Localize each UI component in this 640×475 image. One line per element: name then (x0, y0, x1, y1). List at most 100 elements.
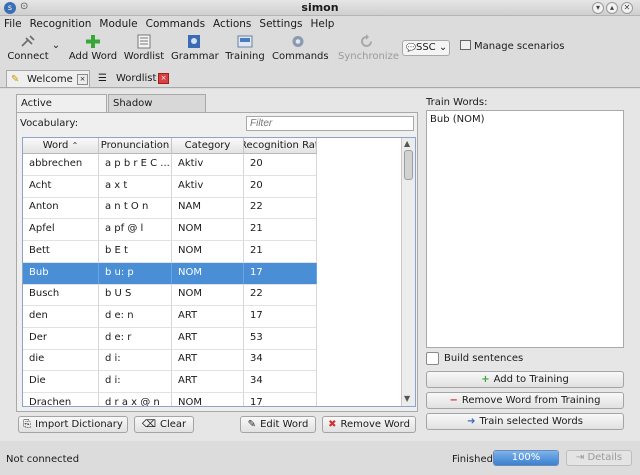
details-button[interactable]: ⇥ Details (566, 450, 632, 466)
table-row[interactable]: Der d e: r ART 53 (23, 327, 317, 350)
table-cell: 17 (244, 262, 317, 285)
welcome-icon: ✎ (11, 74, 20, 85)
table-row[interactable]: Die d i: ART 34 (23, 371, 317, 393)
table-cell: Apfel (23, 219, 99, 242)
sync-icon (361, 34, 372, 47)
table-cell: ART (172, 371, 244, 393)
table-row[interactable]: Busch b U S NOM 22 (23, 284, 317, 307)
training-icon (237, 35, 253, 48)
menu-recognition[interactable]: Recognition (26, 16, 96, 30)
table-row[interactable]: abbrechen a p b r E C ... Aktiv 20 (23, 154, 317, 176)
import-dictionary-button[interactable]: ⎘ Import Dictionary (18, 416, 128, 433)
column-category[interactable]: Category (172, 138, 244, 154)
vocabulary-label: Vocabulary: (20, 118, 79, 129)
scroll-up-icon[interactable]: ▲ (404, 139, 410, 148)
table-cell: die (23, 349, 99, 372)
column-pronunciation[interactable]: Pronunciation (99, 138, 172, 154)
vertical-scrollbar[interactable]: ▲ ▼ (401, 138, 415, 406)
add-to-training-button[interactable]: + Add to Training (426, 371, 624, 388)
build-sentences-label[interactable]: Build sentences (444, 353, 523, 364)
menu-module[interactable]: Module (95, 16, 141, 30)
column-word[interactable]: Word ⌃ (23, 138, 99, 154)
window-title: simon (301, 1, 339, 14)
clear-button[interactable]: ⌫ Clear (134, 416, 194, 433)
table-cell: Aktiv (172, 154, 244, 176)
train-words-label: Train Words: (426, 97, 488, 108)
table-cell: a pf @ l (99, 219, 172, 242)
table-cell: 20 (244, 175, 317, 198)
table-row[interactable]: den d e: n ART 17 (23, 305, 317, 328)
table-cell: a n t O n (99, 197, 172, 220)
close-tab-welcome-icon[interactable]: × (77, 74, 88, 85)
table-cell: abbrechen (23, 154, 99, 176)
scroll-down-icon[interactable]: ▼ (404, 394, 410, 403)
menu-file[interactable]: File (0, 16, 26, 30)
table-cell: Busch (23, 284, 99, 307)
plus-icon: + (481, 374, 490, 385)
table-cell: NOM (172, 219, 244, 242)
manage-scenarios-button[interactable]: Manage scenarios (460, 40, 564, 54)
tab-wordlist[interactable]: ☰ Wordlist × (96, 70, 172, 87)
import-icon: ⎘ (23, 419, 32, 430)
tab-shadow-vocabulary[interactable]: Shadow Vocabulary (108, 94, 206, 126)
menu-actions[interactable]: Actions (209, 16, 255, 30)
progress-bar: 100% (493, 450, 559, 466)
tab-welcome[interactable]: ✎ Welcome × (6, 70, 90, 87)
build-sentences-checkbox[interactable] (426, 352, 439, 365)
vocabulary-table[interactable]: Word ⌃ Pronunciation Category Recognitio… (22, 137, 416, 407)
table-row[interactable]: Apfel a pf @ l NOM 21 (23, 219, 317, 242)
synchronize-button[interactable]: Synchronize (338, 34, 399, 62)
table-row[interactable]: Anton a n t O n NAM 22 (23, 197, 317, 220)
filter-input[interactable] (246, 116, 414, 131)
scenario-select[interactable]: 💬SSC ⌄ (402, 40, 450, 56)
minimize-icon[interactable]: ▾ (592, 2, 604, 14)
table-cell: ART (172, 349, 244, 372)
column-recognition-rate[interactable]: Recognition Rate (244, 138, 317, 154)
training-button[interactable]: Training (224, 34, 266, 62)
commands-button[interactable]: Commands (272, 34, 329, 62)
menu-settings[interactable]: Settings (255, 16, 306, 30)
pencil-icon: ✎ (247, 419, 257, 430)
close-icon[interactable]: ✕ (621, 2, 633, 14)
table-row[interactable]: Drachen d r a x @ n NOM 17 (23, 392, 317, 406)
table-row[interactable]: Bett b E t NOM 21 (23, 240, 317, 263)
table-cell: Drachen (23, 392, 99, 406)
minus-icon: − (449, 395, 458, 406)
connect-dropdown-icon[interactable]: ⌄ (51, 40, 61, 51)
menu-commands[interactable]: Commands (142, 16, 209, 30)
table-cell: d i: (99, 371, 172, 393)
table-row[interactable]: Acht a x t Aktiv 20 (23, 175, 317, 198)
grammar-icon (188, 35, 200, 48)
menu-help[interactable]: Help (306, 16, 338, 30)
table-cell: NOM (172, 284, 244, 307)
table-cell: a p b r E C ... (99, 154, 172, 176)
table-cell: 17 (244, 305, 317, 328)
table-row[interactable]: Bub b u: p NOM 17 (23, 262, 317, 285)
remove-from-training-button[interactable]: − Remove Word from Training (426, 392, 624, 409)
table-cell: NAM (172, 197, 244, 220)
grammar-button[interactable]: Grammar (171, 34, 219, 62)
train-words-list[interactable]: Bub (NOM) (426, 110, 624, 348)
table-row[interactable]: die d i: ART 34 (23, 349, 317, 372)
table-cell: Die (23, 371, 99, 393)
table-cell: a x t (99, 175, 172, 198)
remove-word-button[interactable]: ✖ Remove Word (322, 416, 416, 433)
document-tab-bar: ✎ Welcome × ☰ Wordlist × (0, 68, 640, 88)
train-list-item[interactable]: Bub (NOM) (430, 114, 620, 125)
table-cell: 34 (244, 371, 317, 393)
table-cell: 17 (244, 392, 317, 406)
close-tab-wordlist-icon[interactable]: × (158, 73, 169, 84)
train-selected-words-button[interactable]: ➜ Train selected Words (426, 413, 624, 430)
connect-icon (21, 35, 35, 47)
wordlist-button[interactable]: Wordlist (123, 34, 165, 62)
table-cell: NOM (172, 262, 244, 285)
maximize-icon[interactable]: ▴ (606, 2, 618, 14)
clear-icon: ⌫ (141, 419, 156, 430)
scrollbar-thumb[interactable] (404, 150, 413, 180)
table-cell: b u: p (99, 262, 172, 285)
connect-button[interactable]: Connect (6, 34, 50, 62)
edit-word-button[interactable]: ✎ Edit Word (240, 416, 316, 433)
tab-active-vocabulary[interactable]: Active Vocabulary (16, 94, 107, 126)
add-word-button[interactable]: Add Word (68, 34, 118, 62)
table-cell: b U S (99, 284, 172, 307)
